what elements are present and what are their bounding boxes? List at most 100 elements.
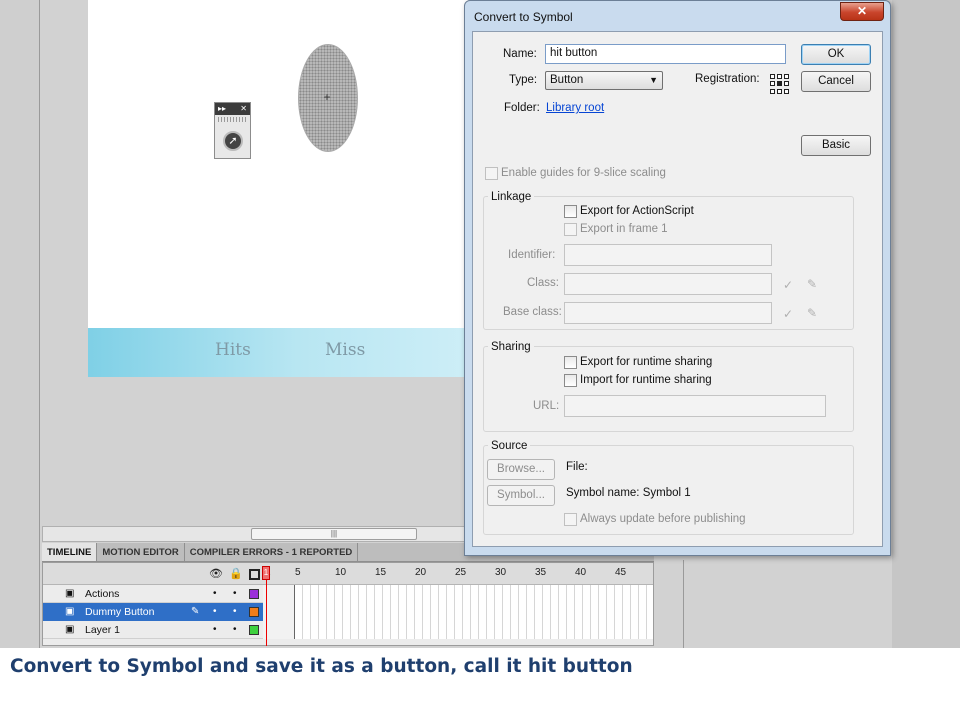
nine-slice-checkbox[interactable]	[485, 167, 498, 180]
pencil-icon: ✎	[191, 606, 200, 617]
base-class-input[interactable]	[564, 302, 772, 324]
url-input[interactable]	[564, 395, 826, 417]
dialog-content: Name: hit button Type: Button ▼ Registra…	[472, 31, 883, 547]
lock-dot[interactable]: •	[233, 621, 237, 639]
close-button[interactable]: ✕	[840, 2, 884, 21]
name-input[interactable]: hit button	[545, 44, 786, 64]
file-label: File:	[566, 461, 588, 473]
outline-icon[interactable]	[249, 569, 260, 580]
nine-slice-label: Enable guides for 9-slice scaling	[501, 167, 666, 179]
miss-label: Miss	[325, 340, 366, 360]
tab-timeline[interactable]: TIMELINE	[42, 543, 98, 561]
export-runtime-label: Export for runtime sharing	[580, 356, 713, 368]
sharing-title: Sharing	[488, 341, 534, 353]
lock-icon[interactable]: 🔒	[229, 568, 243, 580]
layer-frames[interactable]	[263, 603, 653, 621]
reg-point[interactable]	[784, 88, 789, 94]
class-label: Class:	[527, 277, 559, 289]
browse-button[interactable]: Browse...	[487, 459, 555, 480]
layer-row-dummy-button[interactable]: ▣ Dummy Button ✎ • •	[43, 603, 653, 621]
folder-link[interactable]: Library root	[546, 102, 604, 114]
pencil-icon[interactable]: ✎	[807, 306, 817, 320]
identifier-label: Identifier:	[508, 249, 556, 261]
export-actionscript-checkbox[interactable]	[564, 205, 577, 218]
type-label: Type:	[509, 74, 538, 86]
export-actionscript-label: Export for ActionScript	[580, 205, 694, 217]
reg-point[interactable]	[784, 74, 789, 79]
stage-bottom-band	[88, 328, 468, 377]
registration-crosshair-icon: +	[323, 90, 331, 104]
registration-grid[interactable]	[770, 74, 790, 94]
name-label: Name:	[503, 48, 537, 60]
frame-number: 5	[295, 567, 301, 578]
always-update-checkbox[interactable]	[564, 513, 577, 526]
visibility-dot[interactable]: •	[213, 621, 217, 639]
layer-name[interactable]: Layer 1	[85, 621, 120, 639]
mini-panel-header[interactable]: ▸▸ ✕	[215, 103, 250, 115]
folder-label: Folder:	[504, 102, 540, 114]
reg-point[interactable]	[784, 81, 789, 87]
scrollbar-thumb[interactable]: |||	[251, 528, 417, 540]
layer-color-swatch[interactable]	[249, 589, 259, 599]
cancel-button[interactable]: Cancel	[801, 71, 871, 92]
visibility-dot[interactable]: •	[213, 585, 217, 603]
convert-to-symbol-dialog: Convert to Symbol ✕ Name: hit button Typ…	[464, 0, 891, 556]
export-runtime-checkbox[interactable]	[564, 356, 577, 369]
panel-grip-icon[interactable]	[218, 117, 247, 122]
close-panel-icon[interactable]: ✕	[240, 103, 247, 115]
reg-point[interactable]	[770, 88, 775, 94]
keyframe-span[interactable]	[263, 603, 295, 621]
export-frame1-label: Export in frame 1	[580, 223, 668, 235]
left-panel-rail	[0, 0, 40, 648]
symbol-button[interactable]: Symbol...	[487, 485, 555, 506]
eye-icon[interactable]: 👁	[209, 568, 223, 580]
class-input[interactable]	[564, 273, 772, 295]
frame-number: 1	[265, 567, 271, 578]
layer-color-swatch[interactable]	[249, 607, 259, 617]
reg-point[interactable]	[770, 81, 775, 87]
reg-point[interactable]	[777, 74, 782, 79]
layer-name[interactable]: Actions	[85, 585, 119, 603]
expand-panel-icon[interactable]: ▸▸	[218, 103, 226, 115]
reg-point[interactable]	[770, 74, 775, 79]
layer-name[interactable]: Dummy Button	[85, 603, 154, 621]
registration-label: Registration:	[695, 73, 760, 85]
layer-row-layer-1[interactable]: ▣ Layer 1 • •	[43, 621, 653, 639]
layer-icon: ▣	[65, 588, 75, 599]
source-title: Source	[488, 440, 531, 452]
floating-mini-panel[interactable]: ▸▸ ✕ ➚	[214, 102, 251, 159]
type-select[interactable]: Button ▼	[545, 71, 663, 90]
always-update-label: Always update before publishing	[580, 513, 746, 525]
layer-frames[interactable]	[263, 621, 653, 639]
dialog-title: Convert to Symbol	[474, 10, 573, 24]
tab-compiler-errors[interactable]: COMPILER ERRORS - 1 REPORTED	[185, 543, 359, 561]
frame-number: 15	[375, 567, 387, 578]
reg-point-selected[interactable]	[777, 81, 782, 87]
export-frame1-checkbox[interactable]	[564, 223, 577, 236]
visibility-dot[interactable]: •	[213, 603, 217, 621]
check-icon[interactable]: ✓	[783, 278, 793, 292]
layer-color-swatch[interactable]	[249, 625, 259, 635]
slide-caption: Convert to Symbol and save it as a butto…	[10, 656, 633, 677]
check-icon[interactable]: ✓	[783, 307, 793, 321]
frame-number: 25	[455, 567, 467, 578]
layer-row-actions[interactable]: ▣ Actions • •	[43, 585, 653, 603]
ok-button[interactable]: OK	[801, 44, 871, 65]
lock-dot[interactable]: •	[233, 585, 237, 603]
layer-icon: ▣	[65, 624, 75, 635]
stage-canvas[interactable]	[88, 0, 468, 328]
basic-button[interactable]: Basic	[801, 135, 871, 156]
pencil-icon[interactable]: ✎	[807, 277, 817, 291]
panel-divider	[683, 560, 684, 648]
layer-frames[interactable]	[263, 585, 653, 603]
lock-dot[interactable]: •	[233, 603, 237, 621]
swf-link-icon[interactable]: ➚	[223, 131, 243, 151]
identifier-input[interactable]	[564, 244, 772, 266]
keyframe-span[interactable]	[263, 585, 295, 603]
tab-motion-editor[interactable]: MOTION EDITOR	[97, 543, 185, 561]
symbol-name-label: Symbol name: Symbol 1	[566, 487, 691, 499]
keyframe-span[interactable]	[263, 621, 295, 639]
import-runtime-checkbox[interactable]	[564, 374, 577, 387]
reg-point[interactable]	[777, 88, 782, 94]
timeline-panel: 👁 🔒 1 5 10 15 20 25 30 35 40 45 ▣ Action…	[42, 562, 654, 646]
